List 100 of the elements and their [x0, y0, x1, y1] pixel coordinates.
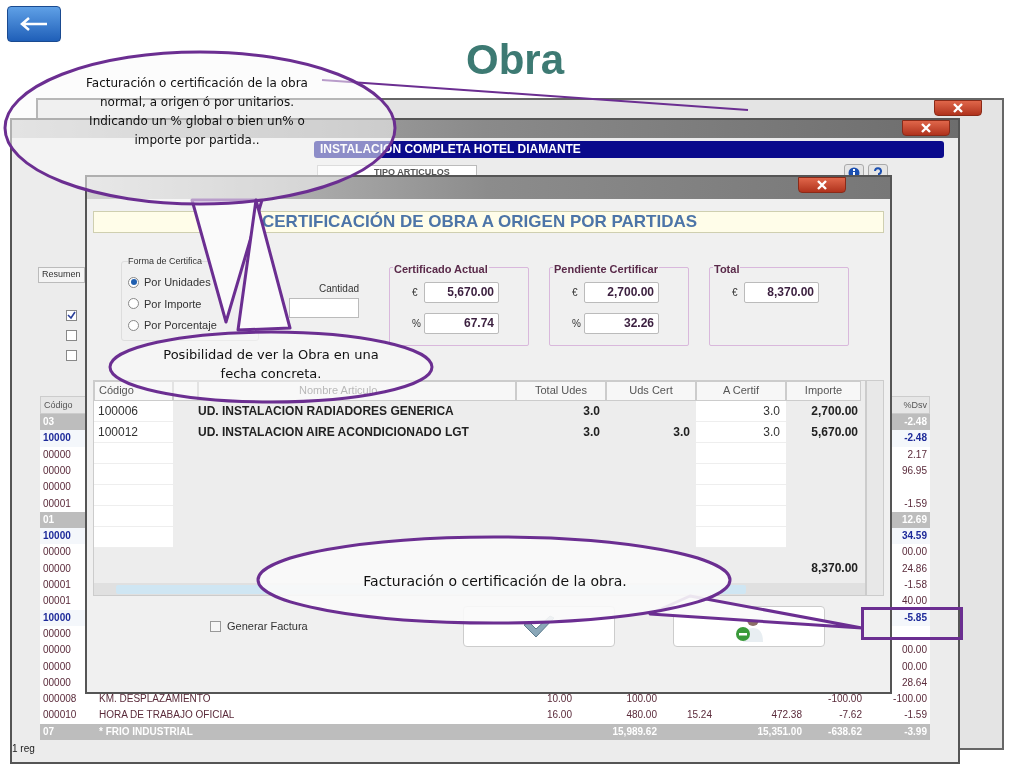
table-cell-text: 10000	[42, 529, 72, 544]
quantity-field[interactable]	[289, 298, 359, 318]
table-cell-text: 5,670.00	[810, 424, 859, 441]
table-cell-text: -1.59	[903, 708, 928, 723]
table-cell-text: UD. INSTALACION AIRE ACONDICIONADO LGT	[197, 424, 470, 441]
certify-field: 3.0	[696, 401, 786, 422]
checkbox[interactable]	[66, 350, 77, 361]
table-cell-text: 00000	[42, 626, 72, 641]
table-cell-text: 10000	[42, 610, 72, 625]
callout-text: Posibilidad de ver la Obra en una fecha concreta.	[162, 346, 380, 383]
table-cell-text: -3.99	[903, 724, 928, 739]
table-cell-text: 16.00	[545, 708, 573, 723]
table-cell-text: -638.62	[827, 724, 863, 739]
table-cell-text: 00000	[42, 447, 72, 462]
close-button[interactable]	[902, 120, 950, 136]
close-icon	[953, 103, 963, 113]
table-cell: 100012	[94, 422, 173, 443]
table-cell: 100006	[94, 401, 173, 422]
table-cell-text: 00001	[42, 578, 72, 593]
table-cell-text: -2.48	[903, 415, 928, 430]
table-cell-text: 000010	[42, 708, 78, 723]
vertical-scrollbar[interactable]	[866, 380, 884, 596]
unit-label: €	[732, 286, 739, 300]
unit-label: %	[572, 317, 580, 331]
tab[interactable]: Resumen	[38, 267, 85, 283]
column-header: Código	[94, 381, 173, 401]
table-cell-text: 00.00	[900, 643, 928, 658]
table-cell-text: 15,351.00	[756, 724, 803, 739]
table-cell-text: -5.85	[903, 610, 928, 625]
table-cell-text: HORA DE TRABAJO OFICIAL	[98, 708, 236, 723]
table-cell-text: 00000	[42, 463, 72, 478]
table-cell-text: 40.00	[900, 594, 928, 609]
table-cell-text: 00000	[42, 675, 72, 690]
table-cell-text: 00.00	[900, 659, 928, 674]
table-cell-text: 2,700.00	[810, 403, 859, 420]
column-header: Total Udes	[516, 381, 606, 401]
table-cell-text: 00000	[42, 545, 72, 560]
table-cell-text: 28.64	[900, 675, 928, 690]
certify-field: 3.0	[696, 422, 786, 443]
table-cell-text: 00000	[42, 480, 72, 495]
table-cell-text: 10000	[42, 431, 72, 446]
table-cell-text: 10.00	[545, 692, 573, 707]
table-cell-text: -100.00	[827, 692, 863, 707]
table-cell-text: 01	[42, 512, 56, 527]
status-text: 1 reg	[12, 742, 35, 756]
table-cell-text: -1.59	[903, 496, 928, 511]
table-cell-text: 000008	[42, 692, 78, 707]
table-cell-text: 12.69	[900, 512, 928, 527]
amount-field[interactable]: 8,370.00	[744, 282, 819, 303]
table-cell-text: * FRIO INDUSTRIAL	[98, 724, 194, 739]
table-cell-text: 03	[42, 415, 56, 430]
column-header: A Certif	[696, 381, 786, 401]
table-cell-text: 96.95	[900, 463, 928, 478]
table-cell-text: 00.00	[900, 545, 928, 560]
table-cell-text: -100.00	[892, 692, 928, 707]
table-cell-text: 3.0	[582, 403, 601, 420]
amount-field[interactable]: 32.26	[584, 313, 659, 334]
close-button[interactable]	[798, 177, 846, 193]
checkbox[interactable]	[66, 310, 77, 321]
table-cell-text: -1.58	[903, 578, 928, 593]
table-cell-text: 00000	[42, 659, 72, 674]
table-cell-text: 3.0	[582, 424, 601, 441]
close-icon	[921, 123, 931, 133]
table-cell-text: 15.24	[685, 708, 713, 723]
table-cell-text: 00000	[42, 561, 72, 576]
close-button[interactable]	[934, 100, 982, 116]
table-cell-text: 00001	[42, 496, 72, 511]
unit-label: %	[412, 317, 420, 331]
unit-label: €	[412, 286, 419, 300]
slide-title: Obra	[465, 35, 566, 85]
table-cell-text: 00001	[42, 594, 72, 609]
checkbox[interactable]	[66, 330, 77, 341]
callout-text: Facturación o certificación de la obra normal, a origen ó por unitarios. Indicando un % global o bien un% o importe por partida..	[85, 75, 309, 149]
quantity-label: Cantidad	[318, 282, 359, 296]
amount-field[interactable]: 67.74	[424, 313, 499, 334]
back-button[interactable]	[7, 6, 61, 42]
column-header: Nombre Articulo	[198, 381, 516, 401]
amount-field[interactable]: 2,700.00	[584, 282, 659, 303]
arrow-left-icon	[19, 17, 49, 31]
invoice-checkbox[interactable]: Generar Factura	[210, 618, 308, 635]
check-icon	[67, 311, 76, 320]
unit-label: €	[572, 286, 579, 300]
table-cell-text: 34.59	[900, 529, 928, 544]
total-amount: 8,370.00	[810, 560, 859, 577]
close-icon	[817, 180, 827, 190]
amount-field[interactable]: 5,670.00	[424, 282, 499, 303]
table-cell-text: 00000	[42, 643, 72, 658]
table-cell-text: UD. INSTALACION RADIADORES GENERICA	[197, 403, 455, 420]
table-cell-text: KM. DESPLAZAMIENTO	[98, 692, 212, 707]
table-cell-text: 3.0	[672, 424, 691, 441]
table-cell-text: 472.38	[770, 708, 803, 723]
column-header: Importe	[786, 381, 861, 401]
table-cell-text: -7.62	[838, 708, 863, 723]
table-cell-text: 2.17	[906, 447, 928, 462]
callout-text: Facturación o certificación de la obra.	[362, 572, 628, 591]
table-cell-text: 15,989.62	[611, 724, 658, 739]
table-cell-text: 100.00	[625, 692, 658, 707]
dialog-heading: CERTIFICACIÓN DE OBRA A ORIGEN POR PARTIDAS	[93, 211, 884, 233]
table-cell-text: 24.86	[900, 561, 928, 576]
table-cell-text: 480.00	[625, 708, 658, 723]
